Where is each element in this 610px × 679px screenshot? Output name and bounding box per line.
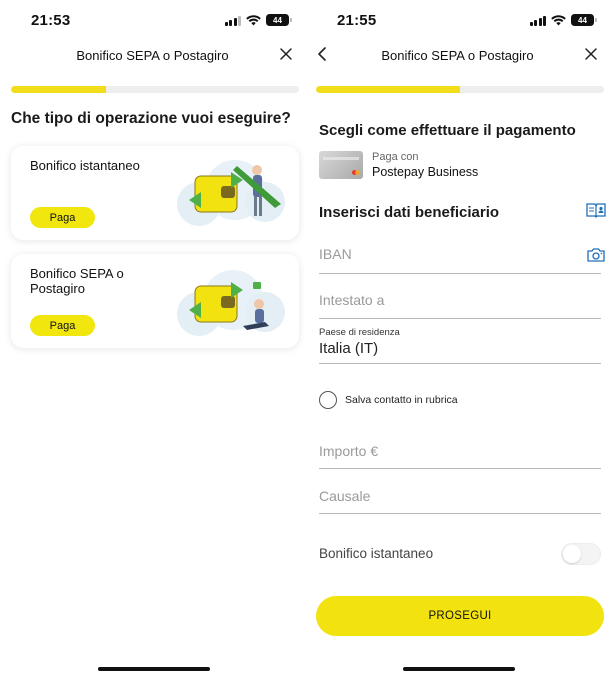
country-value: Italia (IT) — [319, 340, 379, 357]
battery-level: 44 — [273, 15, 282, 25]
amount-field[interactable]: Importo € — [319, 438, 601, 469]
card-instant-transfer[interactable]: Bonifico istantaneo Paga — [11, 146, 299, 240]
wallet-illustration-icon — [177, 270, 285, 336]
country-label: Paese di residenza — [319, 327, 400, 338]
home-indicator — [403, 667, 515, 671]
top-bar: Bonifico SEPA o Postagiro — [0, 44, 305, 68]
close-icon[interactable] — [277, 45, 295, 63]
battery-icon: 44 — [266, 14, 292, 26]
toggle-knob — [563, 545, 581, 563]
card-sepa-transfer[interactable]: Bonifico SEPA o Postagiro Paga — [11, 254, 299, 348]
progress-bar — [316, 86, 604, 93]
status-time: 21:53 — [31, 12, 71, 29]
save-contact-checkbox[interactable] — [319, 391, 337, 409]
pay-instant-button[interactable]: Paga — [30, 207, 95, 228]
payment-section-title: Scegli come effettuare il pagamento — [319, 122, 576, 139]
status-bar: 21:55 44 — [305, 10, 610, 32]
card-label: Bonifico istantaneo — [30, 158, 140, 173]
iban-field[interactable]: IBAN — [319, 242, 601, 274]
holder-placeholder: Intestato a — [319, 292, 385, 308]
status-time: 21:55 — [337, 12, 377, 29]
card-label: Bonifico SEPA o Postagiro — [30, 266, 124, 296]
page-title: Bonifico SEPA o Postagiro — [381, 48, 534, 63]
battery-level: 44 — [578, 15, 587, 25]
wifi-icon — [551, 14, 566, 25]
progress-fill — [316, 86, 460, 93]
progress-fill — [11, 86, 107, 93]
pay-sepa-button[interactable]: Paga — [30, 315, 95, 336]
status-icons: 44 — [529, 14, 597, 26]
screen-operation-type: 21:53 44 Bonifico SEPA o Postagiro Che t… — [0, 0, 305, 679]
page-title: Bonifico SEPA o Postagiro — [76, 48, 229, 63]
pay-with-label: Paga con — [372, 151, 419, 163]
iban-placeholder: IBAN — [319, 246, 352, 262]
postepay-card-icon — [319, 151, 363, 179]
camera-icon[interactable] — [586, 247, 606, 263]
progress-bar — [11, 86, 299, 93]
amount-placeholder: Importo € — [319, 443, 379, 459]
close-icon[interactable] — [582, 45, 600, 63]
cellular-signal-icon — [529, 15, 546, 26]
status-bar: 21:53 44 — [0, 10, 305, 32]
address-book-icon[interactable] — [586, 202, 606, 218]
continue-button[interactable]: PROSEGUI — [316, 596, 604, 636]
screen-transfer-form: 21:55 44 Bonifico SEPA o Postagiro Scegl… — [305, 0, 610, 679]
beneficiary-section-title: Inserisci dati beneficiario — [319, 204, 500, 221]
battery-icon: 44 — [571, 14, 597, 26]
reason-placeholder: Causale — [319, 488, 371, 504]
country-field[interactable]: Paese di residenza Italia (IT) — [319, 327, 601, 364]
operation-question: Che tipo di operazione vuoi eseguire? — [11, 110, 291, 127]
home-indicator — [98, 667, 210, 671]
instant-transfer-label: Bonifico istantaneo — [319, 546, 434, 561]
status-icons: 44 — [224, 14, 292, 26]
instant-transfer-toggle[interactable] — [561, 543, 601, 565]
save-contact-label: Salva contatto in rubrica — [345, 394, 458, 406]
cellular-signal-icon — [224, 15, 241, 26]
reason-field[interactable]: Causale — [319, 483, 601, 514]
wallet-illustration-icon — [177, 160, 285, 226]
wifi-icon — [246, 14, 261, 25]
pay-with-value[interactable]: Postepay Business — [372, 165, 478, 179]
holder-field[interactable]: Intestato a — [319, 287, 601, 319]
top-bar: Bonifico SEPA o Postagiro — [305, 44, 610, 68]
